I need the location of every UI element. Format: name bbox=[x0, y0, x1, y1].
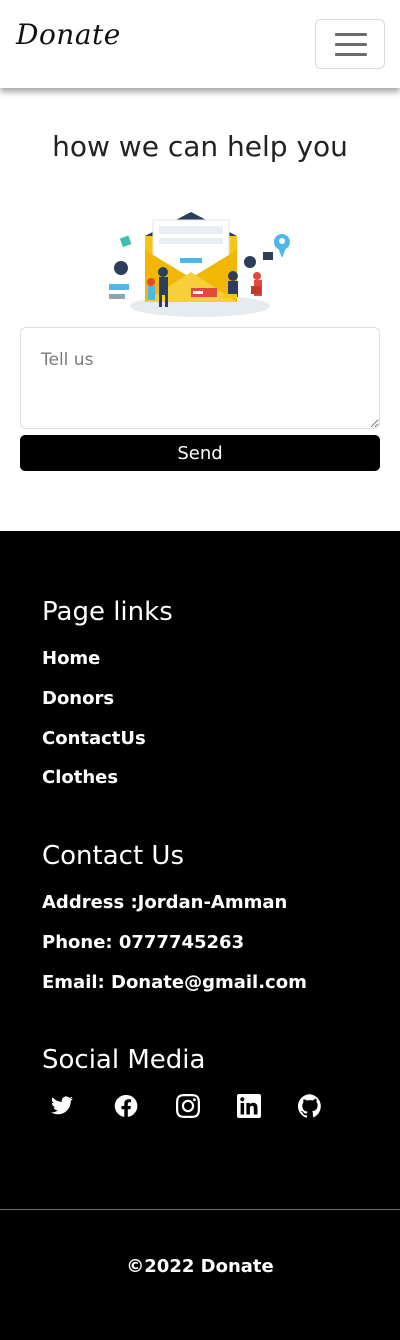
footer-link-home[interactable]: Home bbox=[42, 648, 100, 669]
github-icon[interactable] bbox=[297, 1094, 326, 1122]
footer-link-donors[interactable]: Donors bbox=[42, 688, 114, 709]
contact-us-heading: Contact Us bbox=[42, 841, 184, 871]
help-title: how we can help you bbox=[52, 130, 348, 163]
instagram-icon[interactable] bbox=[176, 1094, 204, 1122]
footer-link-contactus[interactable]: ContactUs bbox=[42, 728, 146, 749]
footer: Page links Home Donors ContactUs Clothes… bbox=[0, 531, 400, 1340]
footer-link-clothes[interactable]: Clothes bbox=[42, 767, 118, 788]
brand-logo[interactable]: Donate bbox=[16, 18, 121, 51]
navbar: Donate bbox=[0, 0, 400, 88]
contact-address: Address :Jordan-Amman bbox=[42, 892, 288, 913]
menu-toggle-button[interactable] bbox=[315, 19, 385, 69]
message-textarea[interactable] bbox=[20, 327, 380, 429]
contact-envelope-illustration bbox=[105, 210, 295, 320]
social-media-heading: Social Media bbox=[42, 1045, 206, 1075]
contact-phone: Phone: 0777745263 bbox=[42, 932, 245, 953]
contact-email: Email: Donate@gmail.com bbox=[42, 972, 307, 993]
copyright-text: ©2022 Donate bbox=[126, 1256, 274, 1277]
footer-divider bbox=[0, 1209, 400, 1210]
twitter-icon[interactable] bbox=[50, 1094, 78, 1122]
linkedin-icon[interactable] bbox=[237, 1094, 265, 1122]
send-button[interactable]: Send bbox=[20, 435, 380, 471]
page-links-heading: Page links bbox=[42, 597, 173, 627]
facebook-icon[interactable] bbox=[114, 1094, 142, 1122]
